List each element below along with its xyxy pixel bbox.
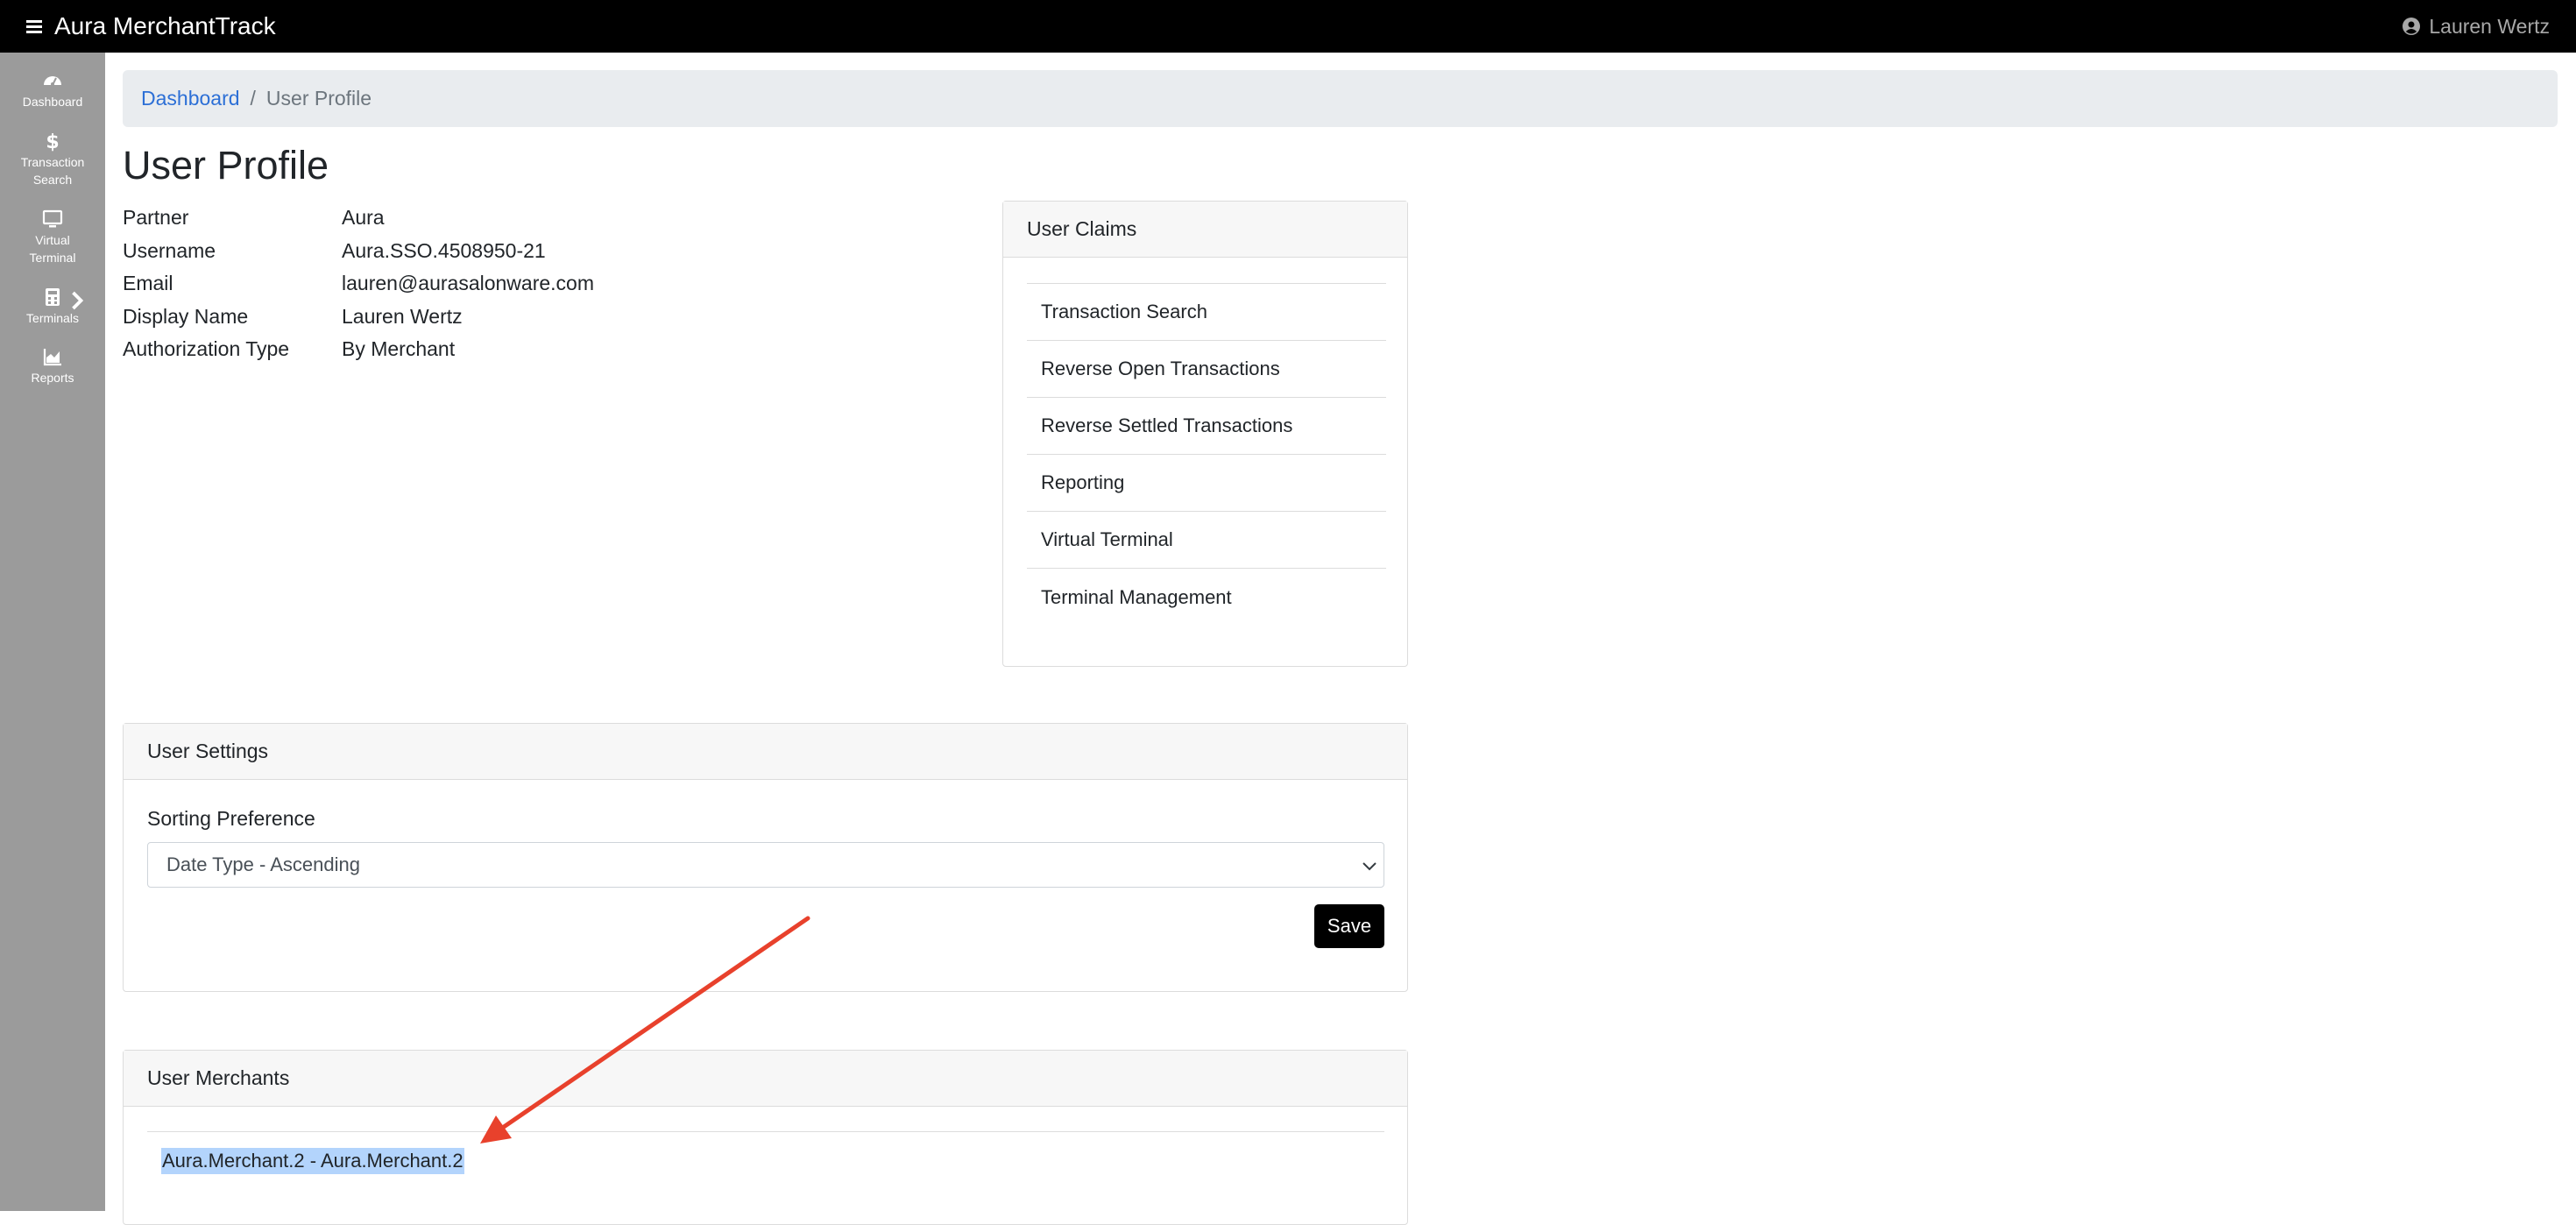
monitor-icon	[42, 209, 63, 228]
sidebar-item-transaction-search[interactable]: $ Transaction Search	[0, 131, 105, 188]
chevron-down-icon	[1362, 862, 1376, 871]
sidebar-item-label: Reports	[31, 371, 74, 385]
profile-value: Aura	[342, 206, 385, 230]
sidebar-item-reports[interactable]: Reports	[0, 346, 105, 386]
hamburger-menu-icon[interactable]	[26, 19, 42, 33]
profile-label: Username	[123, 238, 216, 262]
list-item: Reporting	[1027, 455, 1386, 512]
profile-label: Display Name	[123, 304, 249, 328]
profile-row-username: Username Aura.SSO.4508950-21	[123, 235, 594, 268]
sidebar-item-virtual-terminal[interactable]: Virtual Terminal	[0, 209, 105, 266]
breadcrumb-separator: /	[250, 87, 256, 110]
sidebar-item-label: Virtual Terminal	[29, 233, 76, 265]
profile-value: Aura.SSO.4508950-21	[342, 238, 546, 262]
sidebar-item-label: Terminals	[26, 311, 79, 325]
profile-row-display-name: Display Name Lauren Wertz	[123, 301, 594, 334]
user-merchants-header: User Merchants	[124, 1051, 1407, 1107]
app-brand[interactable]: Aura MerchantTrack	[26, 12, 276, 40]
chevron-right-icon[interactable]	[67, 290, 88, 311]
sorting-preference-value: Date Type - Ascending	[166, 853, 360, 875]
user-settings-header: User Settings	[124, 724, 1407, 780]
user-merchants-card: User Merchants Aura.Merchant.2 - Aura.Me…	[123, 1050, 1408, 1225]
list-item: Reverse Open Transactions	[1027, 341, 1386, 398]
list-item: Virtual Terminal	[1027, 512, 1386, 569]
user-merchants-list: Aura.Merchant.2 - Aura.Merchant.2	[147, 1131, 1384, 1190]
sidebar-item-terminals[interactable]: Terminals	[0, 287, 105, 327]
user-circle-icon	[2403, 18, 2421, 35]
breadcrumb-dashboard-link[interactable]: Dashboard	[141, 87, 240, 110]
user-name: Lauren Wertz	[2429, 14, 2550, 38]
list-item: Transaction Search	[1027, 284, 1386, 341]
chart-area-icon	[43, 349, 61, 366]
list-item: Terminal Management	[1041, 585, 1232, 608]
dollar-icon: $	[46, 131, 59, 152]
merchant-name: Aura.Merchant.2 - Aura.Merchant.2	[161, 1148, 464, 1174]
sidebar: Dashboard $ Transaction Search Virtual T…	[0, 53, 105, 1211]
profile-value: By Merchant	[342, 337, 456, 361]
app-title: Aura MerchantTrack	[54, 12, 276, 39]
profile-label: Authorization Type	[123, 337, 290, 361]
sorting-preference-select[interactable]: Date Type - Ascending	[147, 842, 1384, 888]
sidebar-item-label: Transaction Search	[20, 155, 85, 187]
breadcrumb-current: User Profile	[265, 87, 372, 110]
profile-label: Partner	[123, 206, 189, 230]
profile-value: lauren@aurasalonware.com	[342, 272, 594, 295]
breadcrumb: Dashboard / User Profile	[123, 70, 2558, 127]
user-claims-list: Transaction Search Reverse Open Transact…	[1027, 283, 1386, 626]
sidebar-item-dashboard[interactable]: Dashboard	[0, 70, 105, 110]
user-claims-header: User Claims	[1003, 202, 1407, 258]
save-button[interactable]: Save	[1314, 904, 1384, 948]
sidebar-item-label: Dashboard	[22, 95, 83, 109]
profile-info: Partner Aura Username Aura.SSO.4508950-2…	[123, 202, 594, 366]
sorting-preference-label: Sorting Preference	[147, 807, 315, 830]
svg-text:$: $	[46, 131, 59, 152]
calculator-icon	[46, 288, 60, 306]
dashboard-icon	[44, 76, 61, 86]
list-item: Reverse Settled Transactions	[1027, 398, 1386, 455]
page-title: User Profile	[123, 143, 329, 188]
top-navbar: Aura MerchantTrack Lauren Wertz	[0, 0, 2576, 53]
user-claims-card: User Claims Transaction Search Reverse O…	[1002, 201, 1408, 667]
profile-value: Lauren Wertz	[342, 304, 463, 328]
user-settings-card: User Settings Sorting Preference Date Ty…	[123, 723, 1408, 992]
profile-row-email: Email lauren@aurasalonware.com	[123, 267, 594, 301]
profile-label: Email	[123, 272, 173, 295]
user-menu[interactable]: Lauren Wertz	[2403, 15, 2550, 39]
list-item: Aura.Merchant.2 - Aura.Merchant.2	[147, 1132, 1384, 1190]
profile-row-authorization-type: Authorization Type By Merchant	[123, 333, 594, 366]
profile-row-partner: Partner Aura	[123, 202, 594, 235]
